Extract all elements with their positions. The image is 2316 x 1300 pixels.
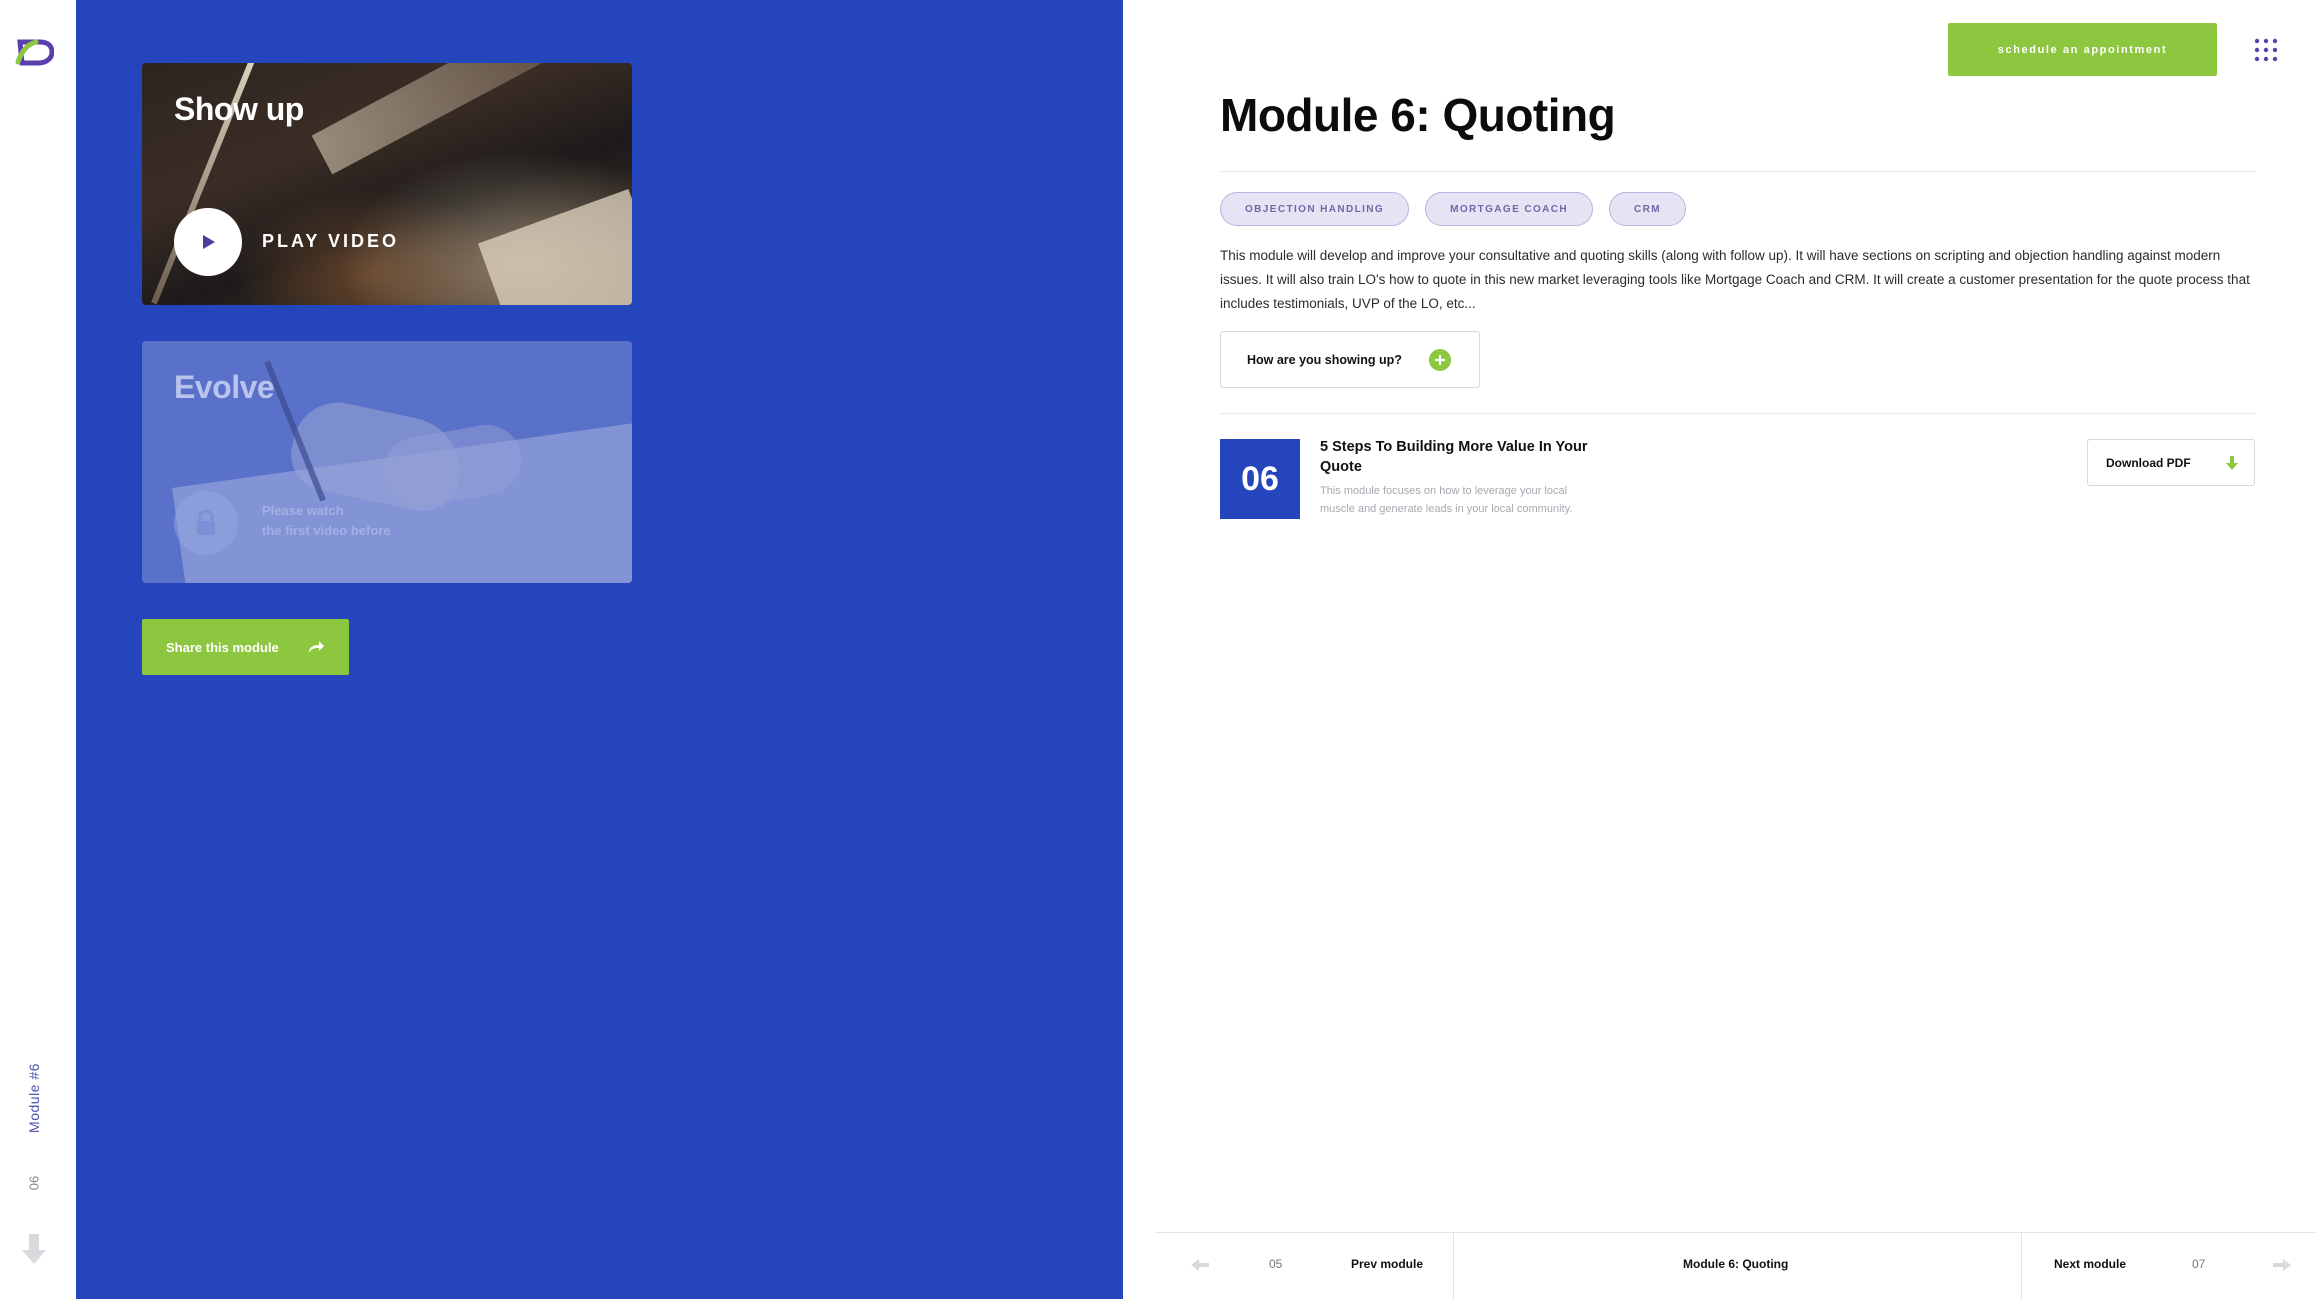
divider xyxy=(1220,171,2256,172)
locked-indicator xyxy=(174,491,238,555)
prev-module-number[interactable]: 05 xyxy=(1269,1257,1282,1271)
plus-icon xyxy=(1429,348,1451,371)
locked-message: Please watch the first video before xyxy=(262,503,391,538)
current-module-label: Module 6: Quoting xyxy=(1683,1257,1789,1271)
showing-up-toggle[interactable]: How are you showing up? xyxy=(1220,331,1480,388)
play-button[interactable] xyxy=(174,208,242,276)
grid-menu-icon[interactable] xyxy=(2254,38,2278,62)
tag-mortgage-coach[interactable]: MORTGAGE COACH xyxy=(1425,192,1594,226)
arrow-right-icon[interactable] xyxy=(2273,1259,2291,1271)
share-icon xyxy=(309,641,324,653)
video-card-evolve: Evolve Please watch the first video befo… xyxy=(142,341,632,583)
share-module-button[interactable]: Share this module xyxy=(142,619,349,675)
lock-icon xyxy=(197,510,215,535)
arrow-left-icon[interactable] xyxy=(1191,1259,1209,1271)
module-item-description: This module focuses on how to leverage y… xyxy=(1320,485,1573,515)
play-icon xyxy=(203,235,215,249)
module-number-badge: 06 xyxy=(1220,439,1300,519)
schedule-appointment-button[interactable]: schedule an appointment xyxy=(1948,23,2217,76)
tag-objection-handling[interactable]: OBJECTION HANDLING xyxy=(1220,192,1410,226)
rail-module-number: 06 xyxy=(26,1175,42,1191)
logo-icon[interactable] xyxy=(14,36,54,68)
download-icon xyxy=(2226,455,2238,470)
arrow-down-icon[interactable] xyxy=(20,1232,48,1266)
left-rail: Module #6 06 xyxy=(0,0,76,1299)
module-item-title[interactable]: 5 Steps To Building More Value In Your Q… xyxy=(1320,437,1620,477)
card-title: Show up xyxy=(174,91,304,127)
next-module-number[interactable]: 07 xyxy=(2192,1257,2205,1271)
card-title: Evolve xyxy=(174,369,275,405)
tag-crm[interactable]: CRM xyxy=(1609,192,1687,226)
prev-module-link[interactable]: Prev module xyxy=(1351,1257,1423,1271)
divider xyxy=(1220,413,2256,414)
module-pagination: 05 Prev module Module 6: Quoting Next mo… xyxy=(1155,1232,2316,1300)
page-title: Module 6: Quoting xyxy=(1220,89,1616,141)
download-pdf-button[interactable]: Download PDF xyxy=(2087,439,2255,486)
rail-module-label: Module #6 xyxy=(26,1063,42,1133)
play-video-label[interactable]: PLAY VIDEO xyxy=(262,231,399,252)
module-description: This module will develop and improve you… xyxy=(1220,248,2250,311)
next-module-link[interactable]: Next module xyxy=(2054,1257,2126,1271)
video-card-show-up[interactable]: Show up PLAY VIDEO xyxy=(142,63,632,305)
tag-list: OBJECTION HANDLING MORTGAGE COACH CRM xyxy=(1220,192,1687,226)
